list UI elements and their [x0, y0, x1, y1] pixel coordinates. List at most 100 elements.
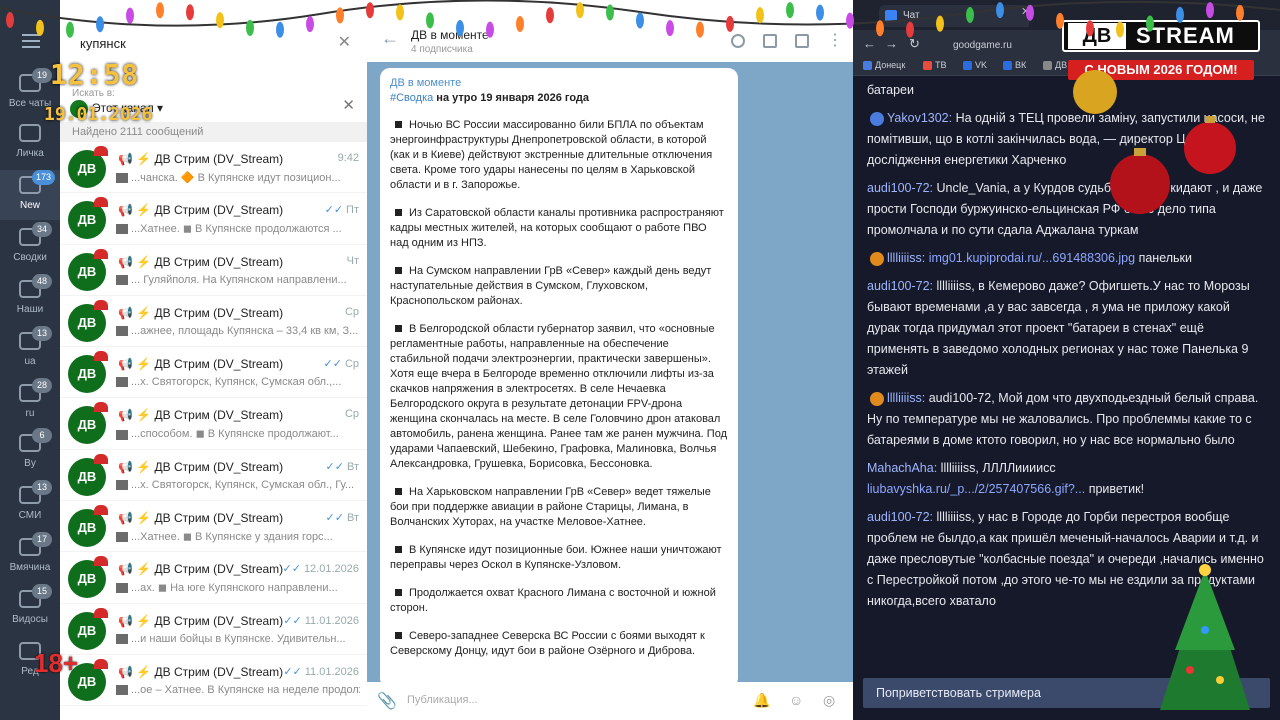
search-result-row[interactable]: ДВ 📢 ⚡ ДВ Стрим (DV_Stream) Ср ...способом.… — [60, 398, 367, 450]
post-author[interactable]: ДВ в моменте — [390, 76, 728, 91]
result-title: 📢 ⚡ ДВ Стрим (DV_Stream) — [118, 254, 284, 269]
bullet-square-icon — [395, 121, 402, 129]
search-result-row[interactable]: ДВ 📢 ⚡ ДВ Стрим (DV_Stream) ✓✓ Вт ...х. Свят… — [60, 450, 367, 502]
camera-icon[interactable]: ◎ — [823, 692, 835, 709]
tab-chat[interactable]: Чат — [879, 5, 1029, 27]
chat-username[interactable]: lllliiiiss: — [887, 391, 925, 405]
search-input[interactable]: купянск — [80, 36, 126, 51]
chat-username[interactable]: audi100-72: — [867, 279, 933, 293]
search-result-row[interactable]: ДВ 📢 ⚡ ДВ Стрим (DV_Stream) Чт ... Гуляйпол… — [60, 245, 367, 296]
folder-7[interactable]: 6 By — [0, 428, 60, 478]
result-date: Ср — [344, 305, 359, 318]
attach-icon[interactable]: 📎 — [377, 691, 397, 711]
chat-username[interactable]: lllliiiiss: — [887, 251, 925, 265]
search-result-row[interactable]: ДВ 📢 ⚡ ДВ Стрим (DV_Stream) Ср ...ажнее, пл… — [60, 296, 367, 348]
bell-icon[interactable]: 🔔 — [753, 692, 770, 709]
result-preview-text: ...ажнее, площадь Купянска – 33,4 кв км,… — [131, 324, 359, 337]
bookmark-icon — [1003, 61, 1012, 71]
result-date: 11.01.2026 — [304, 665, 359, 678]
post-paragraph: Ночью ВС России массированно били БПЛА п… — [390, 118, 728, 193]
media-thumb-icon — [116, 173, 128, 184]
search-icon[interactable] — [731, 34, 745, 48]
chat-username[interactable]: audi100-72: — [867, 510, 933, 524]
channel-title[interactable]: ДВ в моменте — [411, 28, 489, 42]
back-arrow-icon[interactable]: ← — [381, 28, 399, 49]
chat-link[interactable]: liubavyshka.ru/_p.../2/257407566.gif?... — [867, 482, 1085, 496]
folder-3[interactable]: 34 Сводки — [0, 222, 60, 272]
clear-search-icon[interactable]: ✕ — [338, 32, 351, 52]
bookmark-item[interactable]: ВК — [1003, 60, 1026, 71]
hashtag-link[interactable]: #Сводка — [390, 92, 433, 104]
dv-avatar-icon: ДВ — [68, 248, 108, 291]
search-result-row[interactable]: ДВ 📢 ⚡ ДВ Стрим (DV_Stream) ✓✓ 11.01.2026..… — [60, 604, 367, 655]
result-title: 📢 ⚡ ДВ Стрим (DV_Stream) — [118, 305, 284, 320]
result-time: ✓✓ Ср — [324, 357, 360, 370]
sidebar-toggle-icon[interactable] — [795, 34, 809, 48]
search-result-row[interactable]: ДВ 📢 ⚡ ДВ Стрим (DV_Stream) ✓✓ Ср ...х. Свят… — [60, 347, 367, 399]
post-paragraph-text: На Харьковском направлении ГрВ «Север» в… — [390, 486, 711, 528]
bullet-square-icon — [395, 325, 402, 333]
compose-input[interactable]: Публикация... — [407, 694, 478, 706]
chat-username[interactable]: MahachAha: — [867, 461, 937, 475]
post-paragraph-text: Ночью ВС России массированно били БПЛА п… — [390, 119, 713, 191]
folder-8[interactable]: 13 СМИ — [0, 480, 60, 530]
bullet-square-icon — [395, 488, 402, 496]
post-paragraph-text: В Купянске идут позиционные бои. Южнее н… — [390, 544, 722, 571]
chat-text: lllliiiiss, в Кемерово даже? Офигшеть.У … — [867, 279, 1250, 377]
bookmark-item[interactable]: ДВ — [1043, 60, 1067, 71]
compose-bar[interactable]: 📎 Публикация... 🔔 ☺ ◎ — [367, 682, 853, 720]
bookmark-item[interactable]: VK — [963, 60, 987, 71]
result-preview-text: ...чанска. 🔶 В Купянске идут позицион... — [131, 172, 341, 184]
search-result-row[interactable]: ДВ 📢 ⚡ ДВ Стрим (DV_Stream) ✓✓ Пт ...Хатнее.… — [60, 193, 367, 245]
bookmark-icon — [923, 61, 932, 71]
stream-icon[interactable] — [763, 34, 777, 48]
forward-icon[interactable]: → — [885, 36, 898, 51]
result-time: 9:42 — [335, 152, 359, 164]
result-preview: ... Гуляйполя. На Купянском направлени..… — [116, 274, 360, 286]
close-scope-icon[interactable]: ✕ — [342, 96, 355, 114]
folder-5[interactable]: 13 ua — [0, 326, 60, 376]
santa-hat-icon — [94, 607, 108, 618]
result-time: ✓✓ 11.01.2026 — [283, 614, 359, 627]
search-result-row[interactable]: ДВ 📢 ⚡ ДВ Стрим (DV_Stream) 9:42 ...чанска.… — [60, 142, 367, 194]
bookmark-item[interactable]: Донецк — [863, 60, 905, 71]
new-year-banner: С НОВЫМ 2026 ГОДОМ! — [1068, 60, 1254, 80]
media-thumb-icon — [116, 325, 128, 336]
stream-chat-messages: батареи Yakov1302: На одній з ТЕЦ провели… — [853, 80, 1280, 676]
result-title: 📢 ⚡ ДВ Стрим (DV_Stream) — [118, 459, 284, 474]
search-bar[interactable]: купянск ✕ — [60, 22, 367, 62]
search-result-row[interactable]: ДВ 📢 ⚡ ДВ Стрим (DV_Stream) ✓✓ 11.01.2026..… — [60, 655, 367, 707]
read-checks: ✓✓ — [282, 563, 301, 576]
folder-10[interactable]: 15 Видосы — [0, 584, 60, 634]
close-tab-icon[interactable]: ✕ — [1021, 5, 1030, 18]
bookmark-item[interactable]: ТВ — [923, 60, 947, 71]
result-date: Вт — [346, 460, 359, 473]
folder-label: ua — [24, 356, 36, 367]
result-date: Ср — [344, 358, 359, 371]
folder-9[interactable]: 17 Вмячина — [0, 532, 60, 582]
result-preview: ...и наши бойцы в Купянске. Удивительн..… — [116, 633, 360, 645]
back-icon[interactable]: ← — [863, 36, 876, 51]
emoji-icon[interactable]: ☺ — [789, 692, 803, 708]
chat-username[interactable]: Yakov1302: — [887, 111, 952, 125]
address-bar[interactable]: goodgame.ru — [953, 40, 1012, 51]
folder-4[interactable]: 48 Наши — [0, 274, 60, 324]
folder-1[interactable]: Личка — [0, 118, 60, 168]
reload-icon[interactable]: ↻ — [909, 36, 920, 52]
folder-badge: 17 — [32, 532, 52, 547]
chat-link[interactable]: img01.kupiprodai.ru/...691488306.jpg — [929, 251, 1135, 265]
read-checks: ✓✓ — [283, 614, 302, 627]
chat-username[interactable]: audi100-72: — [867, 181, 933, 195]
result-time: ✓✓ 11.01.2026 — [283, 665, 359, 678]
result-title: 📢 ⚡ ДВ Стрим (DV_Stream) — [118, 203, 284, 218]
dv-avatar-icon: ДВ — [68, 402, 108, 445]
dv-avatar-icon: ДВ — [68, 351, 108, 394]
more-menu-icon[interactable]: ⋮ — [827, 30, 843, 50]
greet-streamer-button[interactable]: Поприветствовать стримера — [863, 678, 1270, 708]
search-result-row[interactable]: ДВ 📢 ⚡ ДВ Стрим (DV_Stream) ✓✓ Вт ...Хатнее.… — [60, 501, 367, 553]
menu-icon[interactable] — [22, 34, 40, 48]
results-list: ДВ 📢 ⚡ ДВ Стрим (DV_Stream) 9:42 ...чанска.… — [60, 142, 367, 707]
search-result-row[interactable]: ДВ 📢 ⚡ ДВ Стрим (DV_Stream) ✓✓ 12.01.2026..… — [60, 552, 367, 604]
folder-6[interactable]: 28 ru — [0, 378, 60, 428]
folder-2[interactable]: 173 New — [0, 170, 60, 220]
